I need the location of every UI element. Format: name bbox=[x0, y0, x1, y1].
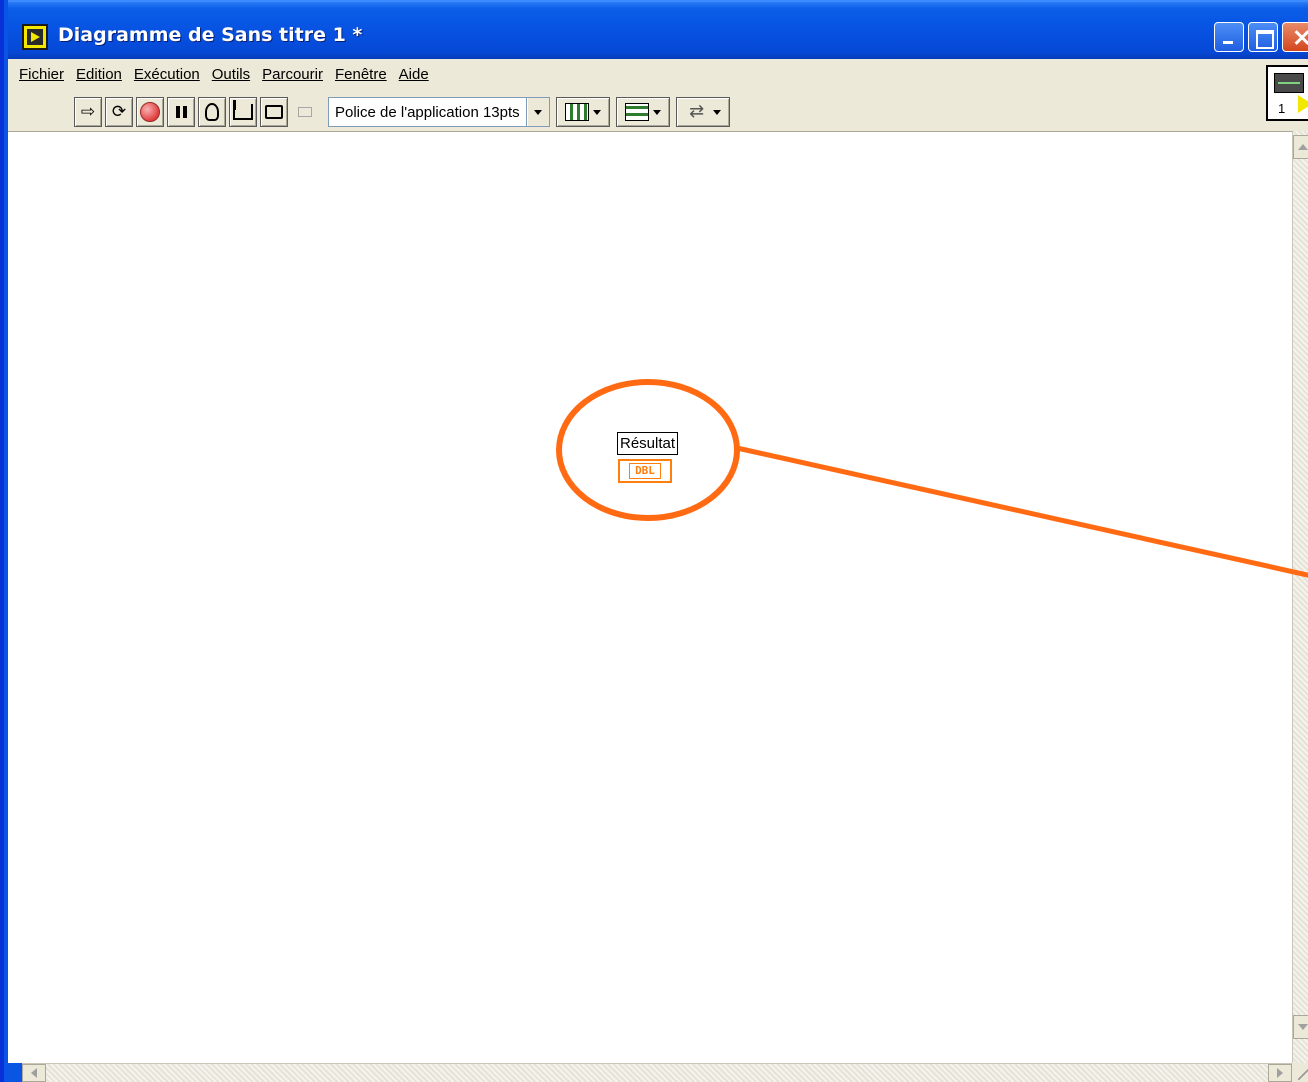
block-diagram[interactable] bbox=[8, 131, 1292, 1063]
step-over-button[interactable] bbox=[260, 97, 288, 127]
abort-button[interactable] bbox=[136, 97, 164, 127]
step-into-icon bbox=[233, 100, 253, 120]
vi-run-arrow-icon bbox=[1298, 95, 1308, 113]
close-button[interactable] bbox=[1282, 22, 1308, 52]
vi-icon-label: 1 bbox=[1278, 101, 1286, 116]
run-button[interactable]: ⇨ bbox=[74, 97, 102, 127]
distribute-objects-icon bbox=[624, 103, 649, 121]
menu-aide[interactable]: Aide bbox=[399, 66, 429, 83]
labview-diagram-icon bbox=[22, 24, 48, 50]
terminal-label[interactable]: Résultat bbox=[617, 432, 679, 455]
chevron-down-icon bbox=[712, 109, 721, 115]
menu-execution[interactable]: Exécution bbox=[134, 66, 200, 83]
highlight-execution-button[interactable] bbox=[198, 97, 226, 127]
menu-fenetre[interactable]: Fenêtre bbox=[335, 66, 387, 83]
run-continuously-icon: ⟳ bbox=[111, 101, 127, 122]
step-into-button[interactable] bbox=[229, 97, 257, 127]
highlight-execution-icon bbox=[205, 103, 219, 121]
menu-bar: Fichier Edition Exécution Outils Parcour… bbox=[8, 59, 431, 90]
pause-button[interactable] bbox=[167, 97, 195, 127]
maximize-button[interactable] bbox=[1248, 22, 1278, 52]
reorder-objects-icon: ⇄ bbox=[689, 101, 705, 122]
step-out-icon bbox=[298, 107, 312, 117]
scroll-right-button[interactable] bbox=[1268, 1064, 1292, 1082]
scroll-up-button[interactable] bbox=[1293, 135, 1308, 159]
step-out-button[interactable] bbox=[291, 97, 319, 127]
chevron-down-icon[interactable] bbox=[526, 98, 549, 126]
menu-parcourir[interactable]: Parcourir bbox=[262, 66, 323, 83]
minimize-button[interactable] bbox=[1214, 22, 1244, 52]
resize-grip[interactable] bbox=[1292, 1063, 1308, 1082]
scroll-left-button[interactable] bbox=[22, 1064, 46, 1082]
abort-icon bbox=[140, 102, 160, 122]
window-chrome: Fichier Edition Exécution Outils Parcour… bbox=[8, 59, 1308, 131]
menu-outils[interactable]: Outils bbox=[212, 66, 250, 83]
labview-window: Diagramme de Sans titre 1 * Fichier Edit… bbox=[0, 0, 1308, 1082]
chevron-down-icon bbox=[652, 109, 661, 115]
chevron-down-icon bbox=[592, 109, 601, 115]
pause-icon bbox=[175, 106, 187, 118]
font-select[interactable]: Police de l'application 13pts bbox=[328, 97, 550, 127]
window-title: Diagramme de Sans titre 1 * bbox=[58, 24, 363, 46]
reorder-objects-button[interactable]: ⇄ bbox=[675, 97, 730, 127]
scroll-down-button[interactable] bbox=[1293, 1015, 1308, 1039]
align-objects-button[interactable] bbox=[555, 97, 610, 127]
toolbar: ⇨ ⟳ Police de l'application 13pts ⇄ bbox=[74, 95, 730, 129]
terminal-type: DBL bbox=[629, 463, 661, 479]
indicator-terminal[interactable]: DBL bbox=[618, 459, 672, 483]
horizontal-scrollbar[interactable] bbox=[22, 1063, 1292, 1082]
vi-icon[interactable]: 1 bbox=[1266, 65, 1308, 121]
run-arrow-icon: ⇨ bbox=[80, 101, 96, 122]
align-objects-icon bbox=[564, 103, 589, 121]
menu-fichier[interactable]: Fichier bbox=[19, 66, 64, 83]
step-over-icon bbox=[265, 105, 283, 119]
vertical-scrollbar[interactable] bbox=[1292, 131, 1308, 1063]
vi-screen-icon bbox=[1274, 73, 1304, 93]
run-continuously-button[interactable]: ⟳ bbox=[105, 97, 133, 127]
distribute-objects-button[interactable] bbox=[615, 97, 670, 127]
font-select-value: Police de l'application 13pts bbox=[329, 98, 527, 126]
menu-edition[interactable]: Edition bbox=[76, 66, 122, 83]
title-bar[interactable]: Diagramme de Sans titre 1 * bbox=[8, 0, 1308, 59]
